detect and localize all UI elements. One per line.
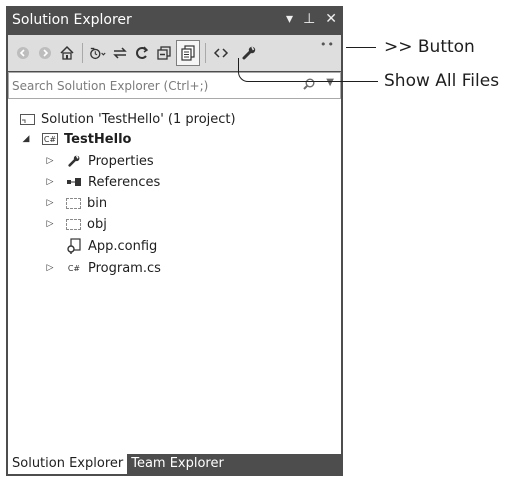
tree-item-label: Solution 'TestHello' (1 project) [41, 111, 236, 127]
wrench-icon [66, 153, 82, 169]
refresh-icon [136, 46, 149, 59]
tree-item-label: App.config [88, 238, 158, 254]
refresh-button[interactable] [133, 43, 151, 63]
tree-item-label: TestHello [64, 131, 132, 147]
expanded-arrow-icon[interactable]: ◢ [20, 134, 32, 144]
toolbar-separator [205, 43, 206, 63]
window-position-dropdown-icon[interactable]: ▾ [286, 10, 293, 28]
show-all-files-button[interactable] [176, 40, 200, 66]
view-code-button[interactable] [212, 43, 230, 63]
collapse-all-icon [157, 46, 171, 60]
forward-button[interactable] [36, 43, 54, 63]
tree-item-label: Program.cs [88, 260, 161, 276]
panel-title: Solution Explorer [12, 12, 132, 28]
collapsed-arrow-icon[interactable]: ▷ [44, 198, 56, 208]
tree-item-label: obj [87, 216, 107, 232]
tree-item-label: bin [87, 195, 108, 211]
collapsed-arrow-icon[interactable]: ▷ [44, 156, 56, 166]
back-button[interactable] [14, 43, 32, 63]
tree-item-program-cs[interactable]: ▷ C# Program.cs [44, 258, 161, 278]
back-arrow-icon [17, 47, 29, 59]
tree-item-bin[interactable]: ▷ bin [44, 193, 108, 213]
pending-changes-filter-icon [90, 47, 106, 60]
callout-show-all-files: Show All Files [384, 71, 500, 91]
close-icon[interactable]: ✕ [325, 10, 337, 28]
sync-icon [113, 47, 127, 59]
collapsed-arrow-icon[interactable]: ▷ [44, 263, 56, 273]
show-all-files-icon [181, 45, 195, 61]
tree-item-label: Properties [88, 153, 154, 169]
toolbar-separator [82, 43, 83, 63]
tree-item-label: References [88, 174, 161, 190]
auto-hide-pin-icon[interactable]: ⊥ [303, 10, 315, 28]
folder-icon [66, 197, 81, 209]
callout-leader-show-all-files [238, 58, 378, 82]
callout-leader-overflow [346, 47, 376, 48]
tree-item-references[interactable]: ▷ References [44, 172, 161, 192]
collapsed-arrow-icon[interactable]: ▷ [44, 177, 56, 187]
sync-with-active-document-button[interactable] [111, 43, 129, 63]
tab-solution-explorer[interactable]: Solution Explorer [8, 454, 128, 474]
tab-team-explorer[interactable]: Team Explorer [127, 454, 228, 474]
pending-changes-filter-button[interactable] [89, 43, 107, 63]
panel-tab-strip: Solution Explorer Team Explorer [8, 454, 341, 474]
references-icon [66, 174, 82, 190]
solution-tree: Solution 'TestHello' (1 project) ◢ C# Te… [8, 99, 341, 454]
tree-item-solution[interactable]: Solution 'TestHello' (1 project) [20, 109, 236, 129]
collapse-all-button[interactable] [155, 43, 173, 63]
solution-icon [20, 113, 35, 125]
folder-icon [66, 218, 81, 230]
csharp-project-icon: C# [42, 133, 58, 145]
view-code-icon [213, 48, 229, 58]
tree-item-properties[interactable]: ▷ Properties [44, 151, 154, 171]
callout-overflow-button: >> Button [384, 37, 475, 57]
tree-item-app-config[interactable]: App.config [66, 236, 157, 256]
panel-titlebar: Solution Explorer ▾ ⊥ ✕ [6, 6, 343, 34]
toolbar-overflow-button[interactable]: •• [320, 38, 335, 51]
collapsed-arrow-icon[interactable]: ▷ [44, 219, 56, 229]
tree-item-obj[interactable]: ▷ obj [44, 214, 107, 234]
config-file-icon [66, 238, 82, 254]
csharp-file-icon: C# [67, 263, 81, 273]
home-icon [60, 45, 74, 60]
window-controls: ▾ ⊥ ✕ [286, 10, 337, 28]
forward-arrow-icon [39, 47, 51, 59]
home-button[interactable] [58, 43, 76, 63]
tree-item-project[interactable]: ◢ C# TestHello [20, 129, 132, 149]
